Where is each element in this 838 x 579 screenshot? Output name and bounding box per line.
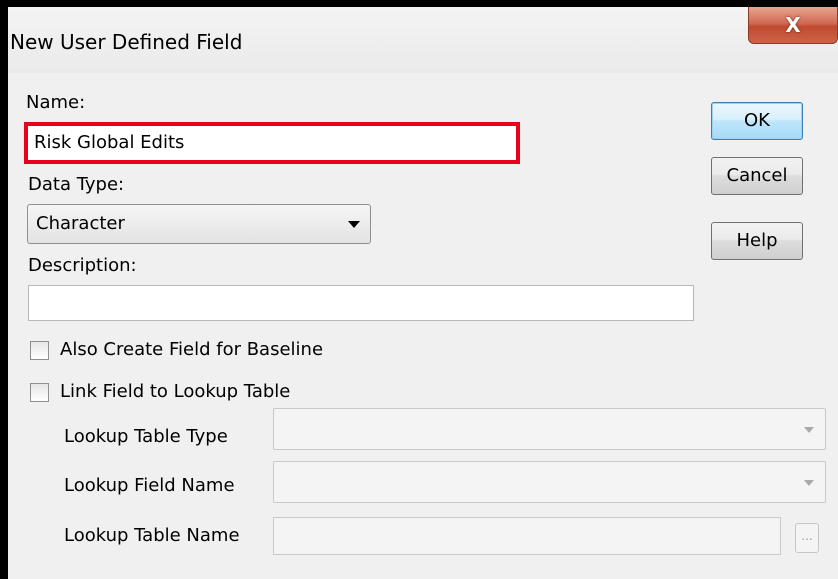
- browse-button: ...: [795, 523, 819, 553]
- title-bar: New User Defined Field X: [8, 7, 838, 73]
- lookup-table-type-label: Lookup Table Type: [64, 426, 228, 447]
- help-button[interactable]: Help: [711, 222, 803, 260]
- baseline-checkbox-label: Also Create Field for Baseline: [60, 339, 324, 360]
- close-button[interactable]: X: [748, 7, 838, 44]
- lookup-field-name-label: Lookup Field Name: [64, 475, 235, 496]
- chevron-down-icon: [804, 427, 814, 433]
- lookup-checkbox[interactable]: [30, 383, 49, 402]
- dialog-title: New User Defined Field: [10, 30, 243, 54]
- close-icon: X: [785, 13, 801, 37]
- description-label: Description:: [28, 255, 137, 276]
- lookup-table-name-input: [273, 517, 781, 555]
- description-input[interactable]: [28, 285, 694, 321]
- chevron-down-icon: [804, 480, 814, 486]
- ok-button[interactable]: OK: [711, 102, 803, 140]
- data-type-select[interactable]: Character: [27, 204, 371, 244]
- lookup-checkbox-label: Link Field to Lookup Table: [60, 381, 291, 402]
- baseline-checkbox[interactable]: [30, 341, 49, 360]
- lookup-table-name-label: Lookup Table Name: [64, 525, 240, 546]
- data-type-label: Data Type:: [28, 174, 125, 195]
- name-input[interactable]: Risk Global Edits: [24, 122, 520, 164]
- dialog-window: New User Defined Field X Name: Risk Glob…: [8, 7, 838, 579]
- chevron-down-icon: [348, 221, 360, 228]
- name-label: Name:: [26, 92, 86, 113]
- cancel-button[interactable]: Cancel: [711, 157, 803, 195]
- lookup-field-name-select: [273, 461, 826, 503]
- lookup-table-type-select: [273, 408, 826, 450]
- data-type-value: Character: [36, 213, 125, 234]
